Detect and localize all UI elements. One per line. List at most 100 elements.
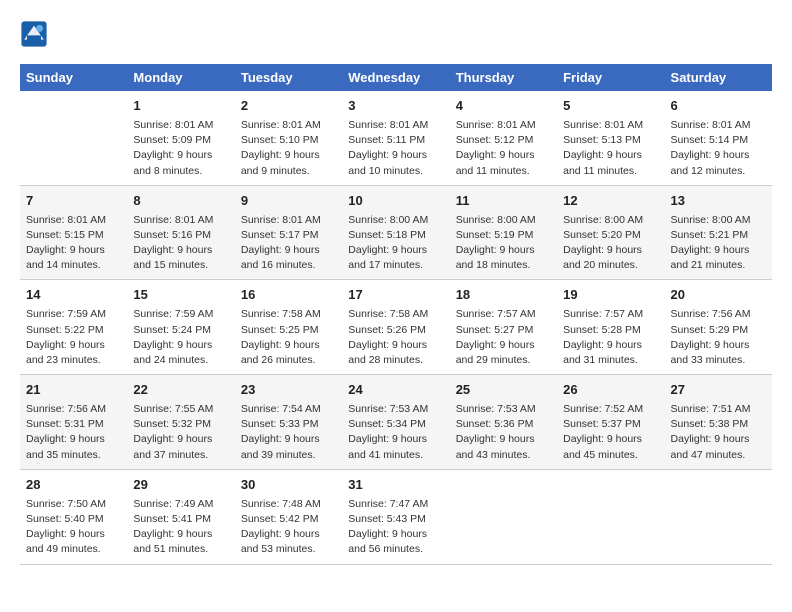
day-info: Sunrise: 8:01 AM Sunset: 5:12 PM Dayligh… <box>456 118 551 179</box>
day-number: 29 <box>133 476 228 495</box>
calendar-cell: 21 Sunrise: 7:56 AM Sunset: 5:31 PM Dayli… <box>20 375 127 470</box>
day-number: 19 <box>563 286 658 305</box>
day-number: 4 <box>456 97 551 116</box>
day-info: Sunrise: 7:56 AM Sunset: 5:31 PM Dayligh… <box>26 402 121 463</box>
week-row-1: 1 Sunrise: 8:01 AM Sunset: 5:09 PM Daylig… <box>20 91 772 185</box>
calendar-cell: 4 Sunrise: 8:01 AM Sunset: 5:12 PM Daylig… <box>450 91 557 185</box>
header-row: SundayMondayTuesdayWednesdayThursdayFrid… <box>20 64 772 91</box>
calendar-cell: 18 Sunrise: 7:57 AM Sunset: 5:27 PM Dayli… <box>450 280 557 375</box>
day-info: Sunrise: 7:57 AM Sunset: 5:28 PM Dayligh… <box>563 307 658 368</box>
day-info: Sunrise: 8:01 AM Sunset: 5:09 PM Dayligh… <box>133 118 228 179</box>
calendar-cell: 24 Sunrise: 7:53 AM Sunset: 5:34 PM Dayli… <box>342 375 449 470</box>
day-info: Sunrise: 8:00 AM Sunset: 5:19 PM Dayligh… <box>456 213 551 274</box>
calendar-cell: 27 Sunrise: 7:51 AM Sunset: 5:38 PM Dayli… <box>665 375 772 470</box>
day-number: 7 <box>26 192 121 211</box>
calendar-cell: 15Sunrise: 7:59 AM Sunset: 5:24 PM Dayli… <box>127 280 234 375</box>
calendar-cell: 3 Sunrise: 8:01 AM Sunset: 5:11 PM Daylig… <box>342 91 449 185</box>
day-number: 21 <box>26 381 121 400</box>
calendar-cell: 31Sunrise: 7:47 AM Sunset: 5:43 PM Dayli… <box>342 469 449 564</box>
calendar-cell: 5 Sunrise: 8:01 AM Sunset: 5:13 PM Daylig… <box>557 91 664 185</box>
week-row-5: 28 Sunrise: 7:50 AM Sunset: 5:40 PM Dayli… <box>20 469 772 564</box>
day-number: 5 <box>563 97 658 116</box>
day-number: 11 <box>456 192 551 211</box>
day-number: 2 <box>241 97 336 116</box>
calendar-cell: 28 Sunrise: 7:50 AM Sunset: 5:40 PM Dayli… <box>20 469 127 564</box>
column-header-wednesday: Wednesday <box>342 64 449 91</box>
day-info: Sunrise: 7:48 AM Sunset: 5:42 PM Dayligh… <box>241 497 336 558</box>
calendar-cell: 1 Sunrise: 8:01 AM Sunset: 5:09 PM Daylig… <box>127 91 234 185</box>
day-number: 28 <box>26 476 121 495</box>
page-header <box>20 20 772 48</box>
calendar-cell <box>665 469 772 564</box>
calendar-cell: 17Sunrise: 7:58 AM Sunset: 5:26 PM Dayli… <box>342 280 449 375</box>
calendar-cell: 19 Sunrise: 7:57 AM Sunset: 5:28 PM Dayli… <box>557 280 664 375</box>
day-number: 13 <box>671 192 766 211</box>
column-header-saturday: Saturday <box>665 64 772 91</box>
calendar-cell: 7 Sunrise: 8:01 AM Sunset: 5:15 PM Daylig… <box>20 185 127 280</box>
calendar-cell: 12 Sunrise: 8:00 AM Sunset: 5:20 PM Dayli… <box>557 185 664 280</box>
calendar-cell <box>557 469 664 564</box>
day-number: 12 <box>563 192 658 211</box>
day-info: Sunrise: 7:53 AM Sunset: 5:34 PM Dayligh… <box>348 402 443 463</box>
week-row-2: 7 Sunrise: 8:01 AM Sunset: 5:15 PM Daylig… <box>20 185 772 280</box>
day-info: Sunrise: 7:49 AM Sunset: 5:41 PM Dayligh… <box>133 497 228 558</box>
calendar-cell: 9 Sunrise: 8:01 AM Sunset: 5:17 PM Daylig… <box>235 185 342 280</box>
calendar-cell: 2 Sunrise: 8:01 AM Sunset: 5:10 PM Daylig… <box>235 91 342 185</box>
day-number: 26 <box>563 381 658 400</box>
calendar-cell: 26Sunrise: 7:52 AM Sunset: 5:37 PM Dayli… <box>557 375 664 470</box>
day-number: 6 <box>671 97 766 116</box>
column-header-monday: Monday <box>127 64 234 91</box>
calendar-cell: 30 Sunrise: 7:48 AM Sunset: 5:42 PM Dayli… <box>235 469 342 564</box>
calendar-cell: 11 Sunrise: 8:00 AM Sunset: 5:19 PM Dayli… <box>450 185 557 280</box>
day-number: 22 <box>133 381 228 400</box>
day-number: 20 <box>671 286 766 305</box>
calendar-cell: 10Sunrise: 8:00 AM Sunset: 5:18 PM Dayli… <box>342 185 449 280</box>
day-number: 16 <box>241 286 336 305</box>
day-number: 14 <box>26 286 121 305</box>
day-info: Sunrise: 8:00 AM Sunset: 5:18 PM Dayligh… <box>348 213 443 274</box>
day-info: Sunrise: 7:47 AM Sunset: 5:43 PM Dayligh… <box>348 497 443 558</box>
column-header-sunday: Sunday <box>20 64 127 91</box>
day-number: 27 <box>671 381 766 400</box>
day-number: 18 <box>456 286 551 305</box>
day-info: Sunrise: 8:00 AM Sunset: 5:20 PM Dayligh… <box>563 213 658 274</box>
week-row-4: 21 Sunrise: 7:56 AM Sunset: 5:31 PM Dayli… <box>20 375 772 470</box>
day-info: Sunrise: 7:58 AM Sunset: 5:26 PM Dayligh… <box>348 307 443 368</box>
day-number: 9 <box>241 192 336 211</box>
day-info: Sunrise: 7:51 AM Sunset: 5:38 PM Dayligh… <box>671 402 766 463</box>
day-number: 3 <box>348 97 443 116</box>
week-row-3: 14 Sunrise: 7:59 AM Sunset: 5:22 PM Dayli… <box>20 280 772 375</box>
calendar-cell <box>20 91 127 185</box>
day-info: Sunrise: 7:59 AM Sunset: 5:22 PM Dayligh… <box>26 307 121 368</box>
calendar-cell <box>450 469 557 564</box>
logo <box>20 20 52 48</box>
day-info: Sunrise: 7:56 AM Sunset: 5:29 PM Dayligh… <box>671 307 766 368</box>
calendar-cell: 25Sunrise: 7:53 AM Sunset: 5:36 PM Dayli… <box>450 375 557 470</box>
day-info: Sunrise: 8:01 AM Sunset: 5:15 PM Dayligh… <box>26 213 121 274</box>
day-info: Sunrise: 7:53 AM Sunset: 5:36 PM Dayligh… <box>456 402 551 463</box>
day-number: 8 <box>133 192 228 211</box>
calendar-cell: 23 Sunrise: 7:54 AM Sunset: 5:33 PM Dayli… <box>235 375 342 470</box>
day-info: Sunrise: 7:54 AM Sunset: 5:33 PM Dayligh… <box>241 402 336 463</box>
day-info: Sunrise: 8:01 AM Sunset: 5:13 PM Dayligh… <box>563 118 658 179</box>
day-info: Sunrise: 8:01 AM Sunset: 5:17 PM Dayligh… <box>241 213 336 274</box>
column-header-tuesday: Tuesday <box>235 64 342 91</box>
day-number: 24 <box>348 381 443 400</box>
day-info: Sunrise: 7:58 AM Sunset: 5:25 PM Dayligh… <box>241 307 336 368</box>
day-info: Sunrise: 8:01 AM Sunset: 5:11 PM Dayligh… <box>348 118 443 179</box>
calendar-cell: 29 Sunrise: 7:49 AM Sunset: 5:41 PM Dayli… <box>127 469 234 564</box>
day-info: Sunrise: 8:01 AM Sunset: 5:10 PM Dayligh… <box>241 118 336 179</box>
day-info: Sunrise: 7:55 AM Sunset: 5:32 PM Dayligh… <box>133 402 228 463</box>
day-info: Sunrise: 7:57 AM Sunset: 5:27 PM Dayligh… <box>456 307 551 368</box>
day-number: 23 <box>241 381 336 400</box>
calendar-cell: 13Sunrise: 8:00 AM Sunset: 5:21 PM Dayli… <box>665 185 772 280</box>
column-header-thursday: Thursday <box>450 64 557 91</box>
day-info: Sunrise: 8:01 AM Sunset: 5:14 PM Dayligh… <box>671 118 766 179</box>
calendar-cell: 14 Sunrise: 7:59 AM Sunset: 5:22 PM Dayli… <box>20 280 127 375</box>
day-info: Sunrise: 7:50 AM Sunset: 5:40 PM Dayligh… <box>26 497 121 558</box>
calendar-cell: 6 Sunrise: 8:01 AM Sunset: 5:14 PM Daylig… <box>665 91 772 185</box>
calendar-cell: 8Sunrise: 8:01 AM Sunset: 5:16 PM Daylig… <box>127 185 234 280</box>
day-number: 30 <box>241 476 336 495</box>
day-number: 1 <box>133 97 228 116</box>
column-header-friday: Friday <box>557 64 664 91</box>
